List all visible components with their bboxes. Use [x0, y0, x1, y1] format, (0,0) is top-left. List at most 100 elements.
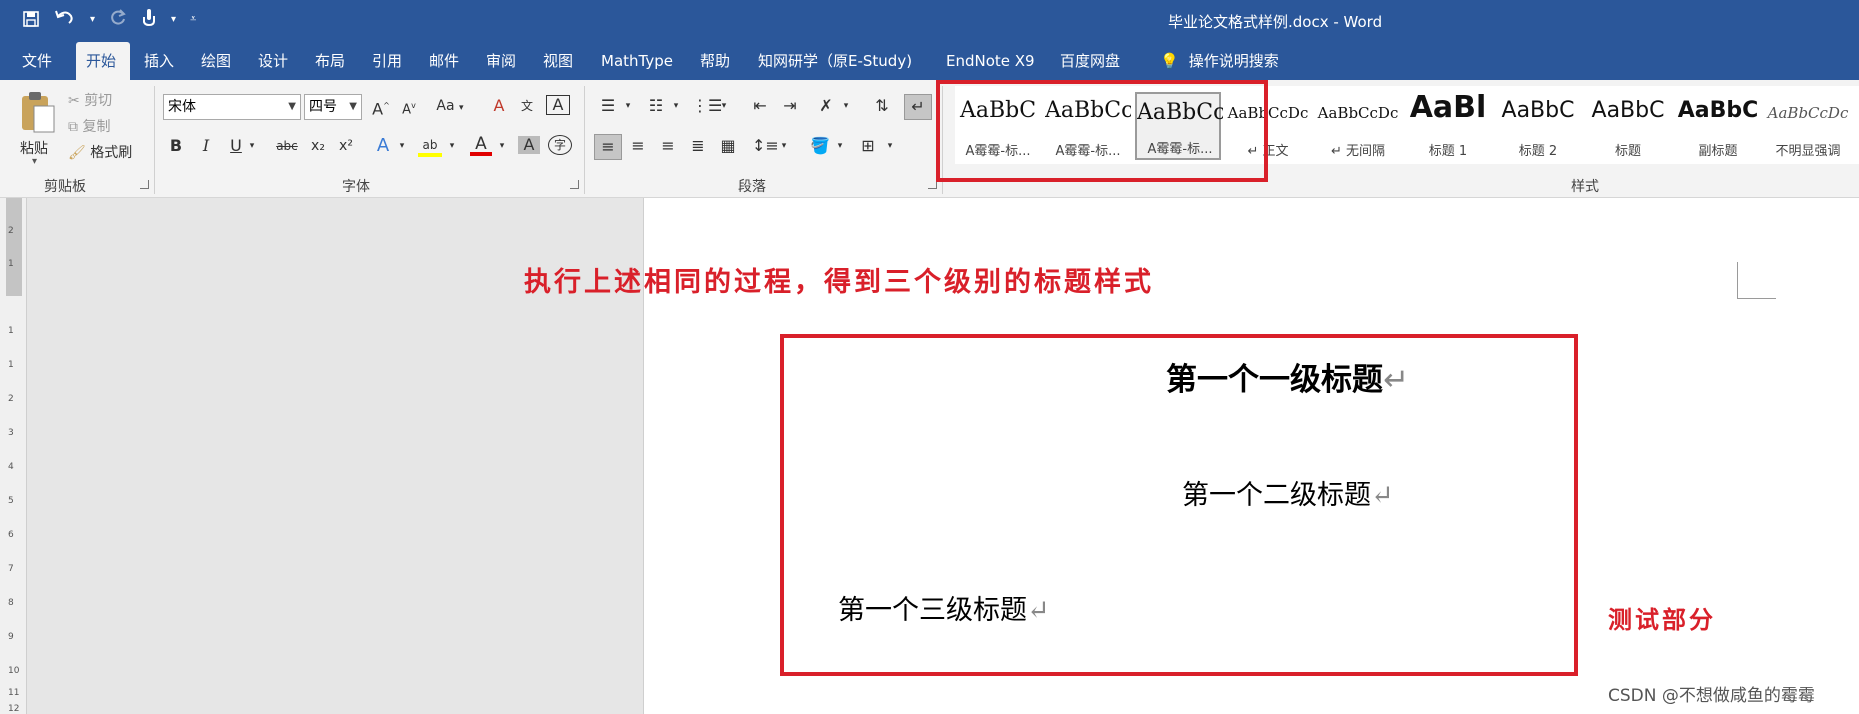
bullets-icon[interactable]: ☰ — [596, 96, 620, 116]
tab-file[interactable]: 文件 — [12, 42, 62, 80]
multilevel-dropdown-icon[interactable]: ▾ — [718, 96, 730, 116]
tab-mathtype[interactable]: MathType — [591, 42, 683, 80]
char-shading-icon[interactable]: A — [518, 136, 540, 154]
heading-level-2[interactable]: 第一个二级标题↵ — [1182, 473, 1394, 512]
subscript-button[interactable]: x₂ — [306, 136, 330, 156]
vertical-ruler: 2 1 1 1 2 3 4 5 6 7 8 9 10 11 12 — [0, 198, 27, 714]
superscript-button[interactable]: x² — [334, 136, 358, 156]
italic-button[interactable]: I — [196, 136, 216, 156]
tab-insert[interactable]: 插入 — [134, 42, 184, 80]
bold-button[interactable]: B — [166, 136, 186, 156]
underline-button[interactable]: U — [226, 136, 246, 156]
phonetic-guide-icon[interactable]: 文 — [516, 96, 538, 116]
tab-design[interactable]: 设计 — [248, 42, 298, 80]
heading-2-text: 第一个二级标题 — [1182, 480, 1371, 511]
save-icon[interactable] — [22, 10, 40, 28]
clipboard-launcher-icon[interactable] — [140, 180, 149, 189]
justify-icon[interactable]: ≣ — [686, 136, 710, 156]
chevron-down-icon: ▼ — [288, 101, 296, 112]
touch-dropdown-icon[interactable]: ▾ — [171, 14, 176, 25]
font-color-icon[interactable]: A — [470, 134, 492, 156]
style-item[interactable]: AaBbC 标题 — [1585, 86, 1671, 162]
heading-3-text: 第一个三级标题 — [838, 595, 1027, 626]
shading-dropdown-icon[interactable]: ▾ — [834, 136, 846, 156]
style-item[interactable]: AaBbCcDc ↵ 无间隔 — [1315, 86, 1401, 162]
borders-icon[interactable]: ⊞ — [856, 136, 880, 156]
asian-layout-dropdown-icon[interactable]: ▾ — [840, 96, 852, 116]
tab-baidu-netdisk[interactable]: 百度网盘 — [1050, 42, 1130, 80]
paste-button[interactable]: 粘贴 ▾ — [14, 88, 60, 168]
grow-font-icon[interactable]: A^ — [370, 96, 392, 119]
highlight-dropdown-icon[interactable]: ▾ — [446, 136, 458, 156]
show-marks-icon[interactable]: ↵ — [904, 94, 932, 120]
change-case-icon[interactable]: Aa ▾ — [432, 96, 468, 118]
tab-mailings[interactable]: 邮件 — [419, 42, 469, 80]
increase-indent-icon[interactable]: ⇥ — [778, 96, 802, 116]
paragraph-mark-icon: ↵ — [1027, 595, 1050, 626]
cut-button[interactable]: ✂ 剪切 — [68, 90, 112, 110]
tab-home[interactable]: 开始 — [76, 42, 130, 80]
separator — [584, 86, 585, 194]
decrease-indent-icon[interactable]: ⇤ — [748, 96, 772, 116]
asian-layout-icon[interactable]: ✗ — [814, 96, 838, 116]
bullets-dropdown-icon[interactable]: ▾ — [622, 96, 634, 116]
change-case-glyph: Aa — [436, 98, 455, 114]
tab-review[interactable]: 审阅 — [476, 42, 526, 80]
undo-dropdown-icon[interactable]: ▾ — [90, 14, 95, 25]
tab-references[interactable]: 引用 — [362, 42, 412, 80]
shrink-font-icon[interactable]: Av — [398, 96, 420, 120]
tab-help[interactable]: 帮助 — [690, 42, 740, 80]
tell-me-search[interactable]: 💡 操作说明搜索 — [1150, 42, 1289, 80]
font-name-combo[interactable]: 宋体 ▼ — [163, 94, 301, 120]
style-item[interactable]: AaBbCcDc 不明显强调 — [1765, 86, 1851, 162]
text-effects-dropdown-icon[interactable]: ▾ — [396, 136, 408, 156]
styles-highlight-box — [936, 80, 1268, 182]
font-size-combo[interactable]: 四号 ▼ — [304, 94, 362, 120]
distributed-icon[interactable]: ▦ — [716, 136, 740, 156]
tab-cnki-estudy[interactable]: 知网研学（原E-Study) — [748, 42, 922, 80]
touch-mode-icon[interactable] — [141, 8, 157, 30]
line-spacing-icon[interactable]: ↕≡ — [752, 136, 779, 156]
tab-endnote[interactable]: EndNote X9 — [936, 42, 1045, 80]
strikethrough-button[interactable]: abc — [272, 136, 302, 156]
style-item[interactable]: AaBl 标题 1 — [1405, 86, 1491, 162]
align-center-icon[interactable]: ≡ — [626, 136, 650, 156]
font-color-dropdown-icon[interactable]: ▾ — [496, 136, 508, 156]
paste-label: 粘贴 — [20, 141, 48, 157]
ruler-number: 9 — [8, 632, 14, 642]
sort-icon[interactable]: ⇅ — [870, 96, 894, 116]
tab-layout[interactable]: 布局 — [305, 42, 355, 80]
multilevel-list-icon[interactable]: ⋮☰ — [692, 96, 722, 116]
cut-label: 剪切 — [84, 93, 113, 109]
text-effects-icon[interactable]: A — [372, 136, 394, 156]
ruler-margin — [6, 198, 22, 296]
underline-dropdown-icon[interactable]: ▾ — [246, 136, 258, 156]
line-spacing-dropdown-icon[interactable]: ▾ — [778, 136, 790, 156]
numbering-dropdown-icon[interactable]: ▾ — [670, 96, 682, 116]
align-right-icon[interactable]: ≡ — [656, 136, 680, 156]
font-launcher-icon[interactable] — [570, 180, 579, 189]
heading-level-1[interactable]: 第一个一级标题↵ — [1166, 354, 1409, 399]
lightbulb-icon: 💡 — [1160, 52, 1179, 70]
align-left-icon[interactable]: ≡ — [594, 134, 622, 160]
numbering-icon[interactable]: ☷ — [644, 96, 668, 116]
tab-draw[interactable]: 绘图 — [191, 42, 241, 80]
tab-view[interactable]: 视图 — [533, 42, 583, 80]
font-name-value: 宋体 — [168, 99, 196, 115]
style-item[interactable]: AaBbC 副标题 — [1675, 86, 1761, 162]
heading-level-3[interactable]: 第一个三级标题↵ — [838, 588, 1050, 627]
borders-dropdown-icon[interactable]: ▾ — [884, 136, 896, 156]
style-sample: AaBl — [1409, 90, 1487, 125]
customize-icon[interactable]: ⩡ — [190, 12, 196, 26]
clear-format-icon[interactable]: A — [488, 96, 510, 116]
copy-button[interactable]: ⧉ 复制 — [68, 116, 110, 136]
highlight-icon[interactable]: ab — [418, 134, 442, 157]
char-border-icon[interactable]: A — [546, 95, 570, 115]
format-painter-button[interactable]: 🖌 格式刷 — [68, 142, 132, 162]
enclose-char-icon[interactable]: 字 — [548, 135, 572, 155]
style-item[interactable]: AaBbC 标题 2 — [1495, 86, 1581, 162]
undo-icon[interactable] — [54, 8, 76, 30]
paste-icon — [22, 92, 55, 133]
shading-icon[interactable]: 🪣 — [808, 136, 832, 156]
heading-1-text: 第一个一级标题 — [1166, 362, 1383, 398]
